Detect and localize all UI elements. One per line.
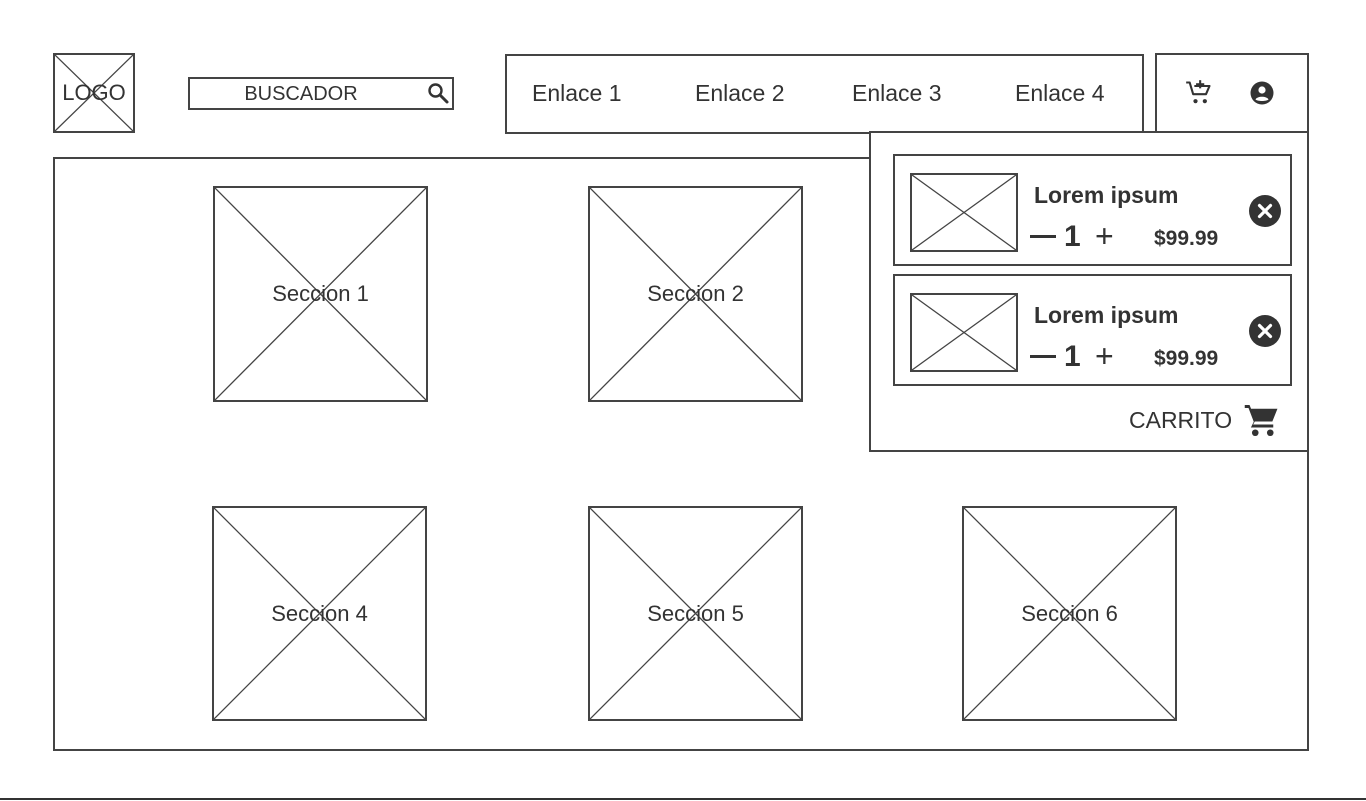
nav-link-3[interactable]: Enlace 3 bbox=[852, 80, 942, 107]
cart-icon bbox=[1244, 405, 1278, 437]
header-icons-box bbox=[1155, 53, 1309, 134]
cart-item-price: $99.99 bbox=[1154, 227, 1219, 250]
cart-item-image bbox=[910, 173, 1018, 252]
cart-item-quantity: 1 bbox=[1064, 220, 1081, 253]
cart-item-image-placeholder bbox=[912, 175, 1016, 250]
quantity-decrease-button[interactable] bbox=[1030, 235, 1056, 238]
remove-icon[interactable] bbox=[1249, 195, 1281, 227]
nav-link-1[interactable]: Enlace 1 bbox=[532, 80, 622, 107]
cart-item-quantity: 1 bbox=[1064, 340, 1081, 373]
quantity-increase-button[interactable]: + bbox=[1095, 220, 1114, 252]
section-label: Seccion 4 bbox=[271, 600, 368, 626]
nav-link-2[interactable]: Enlace 2 bbox=[695, 80, 785, 107]
search-icon[interactable] bbox=[426, 81, 450, 105]
search-input[interactable]: BUSCADOR bbox=[190, 83, 412, 106]
nav-link-4[interactable]: Enlace 4 bbox=[1015, 80, 1105, 107]
section-label: Seccion 1 bbox=[272, 281, 369, 306]
quantity-decrease-button[interactable] bbox=[1030, 355, 1056, 358]
cart-item-name: Lorem ipsum bbox=[1034, 182, 1179, 208]
logo-text: LOGO bbox=[62, 80, 126, 105]
cart-item: Lorem ipsum 1 + $99.99 bbox=[893, 274, 1292, 386]
cart-item-image-placeholder bbox=[912, 295, 1016, 370]
cart-item-price: $99.99 bbox=[1154, 347, 1219, 370]
quantity-increase-button[interactable]: + bbox=[1095, 340, 1114, 372]
section-label: Seccion 6 bbox=[1021, 600, 1118, 626]
remove-icon[interactable] bbox=[1249, 315, 1281, 347]
add-to-cart-icon[interactable] bbox=[1185, 79, 1213, 107]
search-box[interactable]: BUSCADOR bbox=[188, 77, 454, 110]
cart-item: Lorem ipsum 1 + $99.99 bbox=[893, 154, 1292, 266]
section-card-5[interactable]: Seccion 5 bbox=[588, 506, 803, 721]
section-card-1[interactable]: Seccion 1 bbox=[213, 186, 428, 402]
cart-link[interactable]: CARRITO bbox=[1129, 402, 1284, 440]
section-label: Seccion 5 bbox=[647, 600, 744, 626]
section-card-4[interactable]: Seccion 4 bbox=[212, 506, 427, 721]
section-card-6[interactable]: Seccion 6 bbox=[962, 506, 1177, 721]
cart-item-name: Lorem ipsum bbox=[1034, 302, 1179, 328]
canvas-bottom-border bbox=[0, 798, 1366, 800]
section-label: Seccion 2 bbox=[647, 281, 744, 306]
cart-label: CARRITO bbox=[1129, 407, 1233, 433]
cart-item-image bbox=[910, 293, 1018, 372]
section-card-2[interactable]: Seccion 2 bbox=[588, 186, 803, 402]
user-account-icon[interactable] bbox=[1250, 81, 1274, 105]
logo: LOGO bbox=[53, 53, 135, 133]
